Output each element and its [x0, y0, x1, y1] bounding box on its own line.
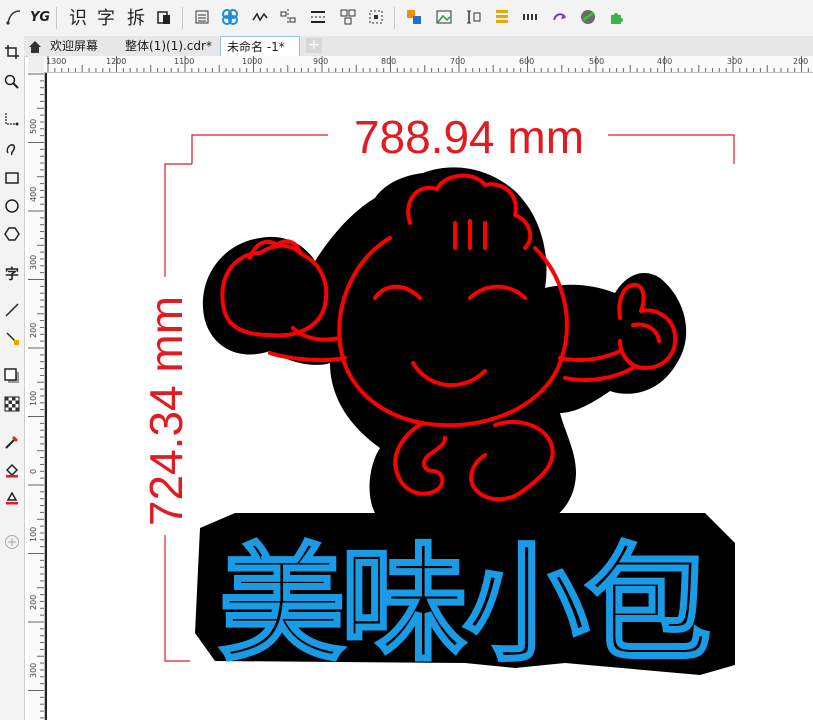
zoom-tool-icon[interactable]	[0, 70, 24, 94]
ruler-h-label: 800	[381, 57, 397, 66]
ruler-h-label: 1100	[174, 57, 195, 66]
ruler-h-label: 700	[450, 57, 466, 66]
ruler-v-label: 300	[29, 662, 38, 678]
globe-icon[interactable]	[576, 5, 600, 29]
ruler-h-label: 200	[793, 57, 809, 66]
home-icon[interactable]	[28, 39, 42, 53]
polygon-tool-icon[interactable]	[0, 222, 24, 246]
drawing-canvas[interactable]: 788.94 mm 724.34 mm 美味小包	[45, 73, 813, 720]
image-icon[interactable]	[432, 5, 456, 29]
select-icon[interactable]	[364, 5, 388, 29]
transparency-tool-icon[interactable]	[0, 392, 24, 416]
crop-tool-icon[interactable]	[0, 40, 24, 64]
tab-welcome[interactable]: 欢迎屏幕	[44, 36, 104, 56]
ruler-h-label: 1200	[106, 57, 127, 66]
ruler-h-label: 1300	[46, 57, 67, 66]
ruler-v-label: 0	[29, 468, 38, 474]
text-align-icon[interactable]	[462, 5, 486, 29]
rectangle-tool-icon[interactable]	[0, 166, 24, 190]
ruler-h-label: 500	[589, 57, 605, 66]
layout-icon[interactable]	[490, 5, 514, 29]
arrow-icon[interactable]	[548, 5, 572, 29]
curve-tool-icon[interactable]	[2, 5, 26, 29]
list-icon[interactable]	[190, 5, 214, 29]
ruler-h-label: 300	[727, 57, 743, 66]
horizontal-ruler[interactable]: 1300 1200 1100 1000 900 800 700 600 500 …	[44, 56, 813, 73]
tab-untitled[interactable]: 未命名 -1*	[220, 36, 300, 56]
artistic-media-tool-icon[interactable]	[0, 136, 24, 160]
ruler-h-label: 400	[657, 57, 673, 66]
smart-fill-tool-icon[interactable]	[0, 486, 24, 510]
ruler-v-label: 200	[29, 594, 38, 610]
toolbox: 字	[0, 36, 25, 720]
recognize-text-button[interactable]: 识	[66, 5, 90, 29]
grid-icon[interactable]	[518, 5, 542, 29]
puzzle-icon[interactable]	[604, 5, 628, 29]
ruler-v-label: 400	[29, 186, 38, 202]
document-tabbar: 欢迎屏幕 整体(1)(1).cdr* 未命名 -1* +	[24, 36, 813, 57]
tab-document-1[interactable]: 整体(1)(1).cdr*	[119, 36, 218, 56]
add-tool-icon[interactable]	[0, 530, 24, 554]
fill-tool-icon[interactable]	[0, 458, 24, 482]
ruler-v-label: 100	[29, 390, 38, 406]
clipboard-icon[interactable]	[152, 5, 176, 29]
new-tab-button[interactable]: +	[306, 38, 322, 53]
yg-plugin-button[interactable]: YG	[28, 5, 52, 29]
ruler-origin[interactable]	[28, 56, 45, 73]
eyedropper-tool-icon[interactable]	[0, 430, 24, 454]
vertical-ruler[interactable]: 500 400 300 200 100 0 100 200 300	[28, 72, 45, 720]
dimension-tool-icon[interactable]	[0, 298, 24, 322]
logo-title-text[interactable]: 美味小包	[216, 528, 715, 682]
width-dimension-label: 788.94 mm	[354, 111, 584, 163]
main-toolbar: YG 识 字 拆	[0, 0, 813, 37]
ellipse-tool-icon[interactable]	[0, 194, 24, 218]
drop-shadow-tool-icon[interactable]	[0, 364, 24, 388]
distribute-icon[interactable]	[306, 5, 330, 29]
font-button[interactable]: 字	[94, 5, 118, 29]
connector-tool-icon[interactable]	[0, 326, 24, 350]
node-icon[interactable]	[248, 5, 272, 29]
pattern-icon[interactable]	[218, 5, 242, 29]
split-button[interactable]: 拆	[124, 5, 148, 29]
ruler-v-label: 100	[29, 526, 38, 542]
ruler-v-label: 300	[29, 254, 38, 270]
ruler-h-label: 600	[519, 57, 535, 66]
ruler-h-label: 1000	[242, 57, 263, 66]
color-icon[interactable]	[402, 5, 426, 29]
align-icon[interactable]	[276, 5, 300, 29]
height-dimension-label: 724.34 mm	[140, 296, 192, 526]
arrange-icon[interactable]	[336, 5, 360, 29]
freehand-tool-icon[interactable]	[0, 106, 24, 130]
ruler-v-label: 500	[29, 118, 38, 134]
text-tool-icon[interactable]: 字	[0, 262, 24, 286]
ruler-h-label: 900	[313, 57, 329, 66]
ruler-v-label: 200	[29, 322, 38, 338]
